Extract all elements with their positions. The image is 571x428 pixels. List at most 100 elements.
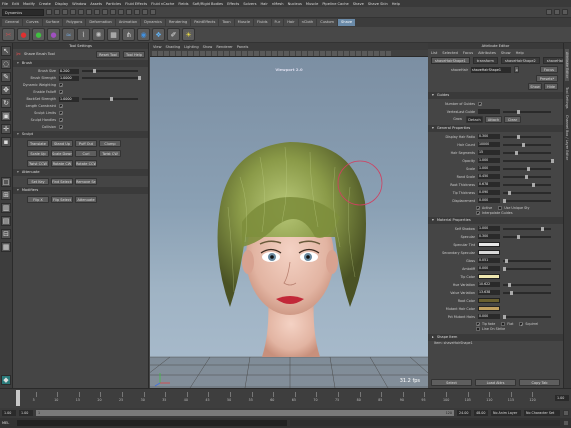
viewport-toolbar-icon[interactable] <box>362 50 367 56</box>
checkbox[interactable] <box>476 327 480 331</box>
modifier-button[interactable]: Flip Select <box>51 196 73 203</box>
shelf-tab[interactable]: Dynamics <box>141 19 165 26</box>
value-field[interactable]: 0.300 <box>478 234 500 239</box>
slider[interactable] <box>503 142 551 147</box>
slider-handle[interactable] <box>503 314 506 319</box>
command-input[interactable] <box>17 420 287 426</box>
grow-button[interactable]: Attach <box>485 115 502 123</box>
value-field[interactable]: 0.450 <box>478 174 500 179</box>
slider-handle[interactable] <box>517 134 521 139</box>
start-time-field[interactable]: 1.00 <box>2 410 16 416</box>
checkbox[interactable]: ✓ <box>59 104 63 109</box>
viewport-menu-item[interactable]: View <box>153 45 162 49</box>
ae-menu-item[interactable]: Show <box>501 51 511 55</box>
value-field[interactable]: 1.0000 <box>59 75 79 81</box>
value-field[interactable]: 1.0000 <box>59 96 79 102</box>
range-bar[interactable]: 1 120 <box>36 410 454 416</box>
last-tool-icon[interactable]: ▪ <box>1 137 11 147</box>
menu-item[interactable]: Window <box>72 2 86 6</box>
anim-layer-selector[interactable]: No Anim Layer <box>491 410 521 416</box>
modifiers-section-header[interactable]: ▾ Modifiers <box>13 187 148 194</box>
slider[interactable] <box>503 109 551 114</box>
side-by-side-layout-icon[interactable]: ▥ <box>1 203 11 213</box>
value-field[interactable]: 1.000 <box>478 166 500 171</box>
sculpt-mode-button[interactable]: Curl <box>75 150 97 157</box>
value-field[interactable]: 1.000 <box>478 226 500 231</box>
viewport-toolbar-icon[interactable] <box>260 50 265 56</box>
viewport-toolbar-icon[interactable] <box>206 50 211 56</box>
wave-icon[interactable]: ≈ <box>62 28 75 41</box>
value-field[interactable]: 1.000 <box>478 158 500 163</box>
value-field[interactable]: 0.678 <box>478 182 500 187</box>
ae-menu-item[interactable]: Focus <box>463 51 473 55</box>
playback-end-field[interactable]: 24.00 <box>457 410 471 416</box>
sculpt-section-header[interactable]: ▾ Sculpt <box>13 131 148 138</box>
value-field[interactable]: 0.090 <box>478 190 500 195</box>
select-component-icon[interactable] <box>86 9 92 15</box>
viewport-toolbar-icon[interactable] <box>296 50 301 56</box>
viewport-toolbar-icon[interactable] <box>386 50 391 56</box>
focus-button[interactable]: Focus <box>540 66 558 73</box>
viewport-toolbar-icon[interactable] <box>308 50 313 56</box>
viewport-toolbar-icon[interactable] <box>320 50 325 56</box>
viewport-menu-item[interactable]: Panels <box>237 45 249 49</box>
viewport-toolbar-icon[interactable] <box>290 50 295 56</box>
slider-handle[interactable] <box>110 97 113 101</box>
menu-item[interactable]: Modify <box>23 2 35 6</box>
viewport-toolbar-icon[interactable] <box>212 50 217 56</box>
slider[interactable] <box>503 290 551 295</box>
current-frame-field[interactable]: 1.00 <box>555 395 569 401</box>
paint-select-icon[interactable]: ✎ <box>1 72 11 82</box>
character-set-selector[interactable]: No Character Set <box>524 410 560 416</box>
viewport-toolbar-icon[interactable] <box>266 50 271 56</box>
texture-icon[interactable]: ❖ <box>152 28 165 41</box>
playback-start-field[interactable]: 1.00 <box>19 410 33 416</box>
shelf-tab[interactable]: Shave <box>338 19 356 26</box>
hair-tool-icon[interactable]: ⌇ <box>77 28 90 41</box>
new-scene-icon[interactable] <box>46 9 52 15</box>
current-time-marker[interactable] <box>16 390 20 406</box>
shelf-tab[interactable]: Surface <box>42 19 63 26</box>
menu-item[interactable]: Soft/Rigid Bodies <box>193 2 224 6</box>
color-swatch[interactable] <box>478 250 500 255</box>
viewport-toolbar-icon[interactable] <box>254 50 259 56</box>
viewport-toolbar-icon[interactable] <box>230 50 235 56</box>
menu-item[interactable]: Edit <box>12 2 19 6</box>
show-attribute-editor-icon[interactable] <box>546 9 552 15</box>
shelf-tab[interactable]: Hair <box>284 19 298 26</box>
sculpt-mode-button[interactable]: Twist CCW <box>27 160 49 167</box>
slider[interactable] <box>503 150 551 155</box>
grow-button[interactable]: Clear <box>504 115 521 123</box>
checkbox[interactable]: ✓ <box>519 322 524 327</box>
ae-menu-item[interactable]: Help <box>516 51 524 55</box>
slider-handle[interactable] <box>507 190 511 195</box>
checkbox[interactable]: ✓ <box>476 206 480 211</box>
menu-item[interactable]: File <box>2 2 8 6</box>
checkbox[interactable]: ✓ <box>59 118 63 123</box>
slider[interactable] <box>503 266 551 271</box>
shelf-tab[interactable]: Muscle <box>234 19 254 26</box>
preferences-icon[interactable] <box>563 410 569 416</box>
color-swatch[interactable] <box>478 242 500 247</box>
value-field[interactable]: 0.051 <box>478 258 500 263</box>
viewport-toolbar-icon[interactable] <box>158 50 163 56</box>
viewport-toolbar-icon[interactable] <box>188 50 193 56</box>
slider[interactable] <box>503 226 551 231</box>
ae-menu-item[interactable]: Attributes <box>478 51 496 55</box>
green-sphere-icon[interactable]: ● <box>32 28 45 41</box>
command-language-label[interactable]: MEL <box>2 421 14 425</box>
menu-set-selector[interactable]: Dynamics <box>2 8 44 16</box>
sculpt-mode-button[interactable]: Twist CW <box>99 150 121 157</box>
sculpt-mode-button[interactable]: Stand Up <box>51 140 73 147</box>
grid-icon[interactable]: ▦ <box>107 28 120 41</box>
menu-item[interactable]: Hair <box>260 2 267 6</box>
slider[interactable] <box>82 76 141 80</box>
checkbox[interactable] <box>501 322 506 326</box>
viewport-toolbar-icon[interactable] <box>284 50 289 56</box>
sculpt-mode-button[interactable]: Puff Out <box>75 140 97 147</box>
red-sphere-icon[interactable]: ● <box>17 28 30 41</box>
checkbox[interactable]: ✓ <box>59 125 63 130</box>
reset-tool-button[interactable]: Reset Tool <box>96 50 120 58</box>
shelf-tab[interactable]: Animation <box>115 19 141 26</box>
slider-handle[interactable] <box>509 290 513 295</box>
